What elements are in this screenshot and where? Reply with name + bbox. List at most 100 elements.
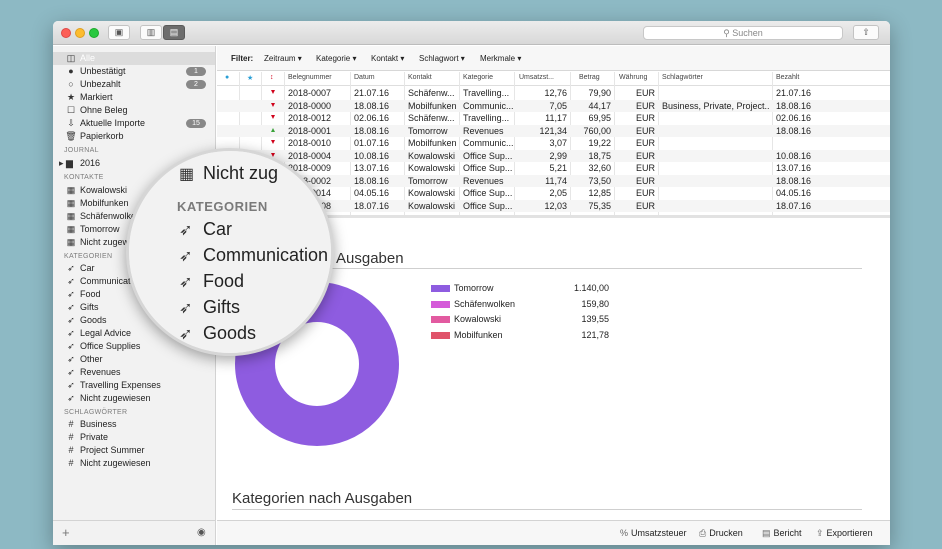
legend-name: Mobilfunken [454,329,503,340]
unconfirmed-column-header[interactable]: ● [225,74,229,81]
sidebar-item-tag[interactable]: # Business [53,418,215,431]
direction-column-header[interactable]: ↕ [270,74,274,81]
sidebar-item-tag[interactable]: # Private [53,431,215,444]
inbox-button[interactable]: ▣ [108,25,130,40]
cell-umsatzsteuer: 12,76 [544,88,567,98]
sidebar-item-alle[interactable]: ◫ Alle [53,52,215,65]
layout-icon: ▤ [169,27,179,37]
report-title-ausgaben: Ausgaben [336,250,404,267]
sidebar-item-tag[interactable]: # Nicht zugewiesen [53,457,215,470]
cell-belegnummer: 2018-0001 [288,125,332,136]
sidebar-item-category[interactable]: ➶ Other [53,353,215,366]
trash-icon: 🗑 [65,131,77,141]
cell-betrag: 19,22 [588,138,611,148]
schlagwoerter-column-header[interactable]: Schlagwörter [662,74,703,81]
tag-icon: ➶ [67,380,75,390]
sidebar-item-aktuelle-importe[interactable]: ⇩ Aktuelle Importe 15 [53,117,215,130]
cell-waehrung: EUR [635,188,655,198]
sidebar-item-papierkorb[interactable]: 🗑 Papierkorb [53,130,215,143]
layout-button[interactable]: ▤ [163,25,185,40]
magnifier-category-label: Goods [203,323,257,343]
sidebar-item-label: Alle [80,53,96,63]
filter-kategorie[interactable]: Kategorie ▾ [316,54,356,63]
cell-belegnummer: 2018-0007 [288,88,332,98]
search-icon: ⚲ [723,28,733,38]
minimize-button[interactable] [75,28,85,38]
filter-zeitraum[interactable]: Zeitraum ▾ [264,54,302,63]
sidebar-item-unbestätigt[interactable]: ● Unbestätigt 1 [53,65,215,78]
cell-umsatzsteuer: 121,34 [539,125,567,136]
bericht-button[interactable]: ▤ Bericht [762,528,802,539]
eye-icon[interactable]: ◉ [197,527,206,538]
cell-umsatzsteuer: 2,05 [549,188,567,198]
umsatzsteuer-button[interactable]: % Umsatzsteuer [620,528,687,538]
umsatzsteuer-label: Umsatzsteuer [631,528,687,538]
cell-waehrung: EUR [635,175,655,186]
sidebar-item-category[interactable]: ➶ Revenues [53,366,215,379]
magnifier-category-item: ➶ Food [179,271,244,292]
kategorie-column-header[interactable]: Kategorie [463,74,493,81]
stack-icon: ◫ [66,53,76,63]
legend-item: Tomorrow 1.140,00 [431,282,631,296]
datum-column-header[interactable]: Datum [354,74,375,81]
tag-icon: ➶ [179,300,193,317]
belegnummer-column-header[interactable]: Belegnummer [288,74,332,81]
count-badge: 2 [186,80,206,89]
cell-datum: 18.08.16 [354,175,390,186]
table-row[interactable]: 2018-0010 01.07.16 Mobilfunken Communic.… [217,137,890,150]
cell-datum: 01.07.16 [354,138,390,148]
drucken-button[interactable]: ⎙ Drucken [699,528,743,539]
legend-name: Schäfenwolken [454,298,516,309]
sidebar-item-category[interactable]: ➶ Nicht zugewiesen [53,392,215,405]
sidebar-toggle-button[interactable]: ▥ [140,25,162,40]
umsatzsteuer-column-header[interactable]: Umsatzst... [519,74,554,81]
sidebar-item-category[interactable]: ➶ Travelling Expenses [53,379,215,392]
cell-kontakt: Tomorrow [408,175,448,186]
sidebar-item-label: Other [80,354,103,364]
betrag-column-header[interactable]: Betrag [579,74,600,81]
sidebar-item-tag[interactable]: # Project Summer [53,444,215,457]
table-row[interactable]: 2018-0000 18.08.16 Mobilfunken Communic.… [217,99,890,112]
sidebar-item-unbezahlt[interactable]: ○ Unbezahlt 2 [53,78,215,91]
cell-betrag: 79,90 [588,88,611,98]
filter-kontakt[interactable]: Kontakt ▾ [371,54,404,63]
cell-datum: 18.08.16 [354,125,390,136]
bezahlt-column-header[interactable]: Bezahlt [776,74,799,81]
search-field[interactable]: ⚲ Suchen [643,26,843,40]
table-row[interactable]: 2018-0007 21.07.16 Schäfenw... Travellin… [217,87,890,100]
sidebar-item-markiert[interactable]: ★ Markiert [53,91,215,104]
zoom-button[interactable] [89,28,99,38]
sidebar-toggle-icon: ▥ [146,27,156,37]
table-row[interactable]: 2018-0001 18.08.16 Tomorrow Revenues 121… [217,124,890,137]
sidebar-item-label: Markiert [80,92,113,102]
waehrung-column-header[interactable]: Währung [619,74,647,81]
sidebar-item-ohne-beleg[interactable]: ☐ Ohne Beleg [53,104,215,117]
close-button[interactable] [61,28,71,38]
cell-datum: 21.07.16 [354,88,390,98]
count-badge: 1 [186,67,206,76]
kontakt-column-header[interactable]: Kontakt [408,74,432,81]
cell-schlagwoerter: Business, Private, Project... [662,100,770,111]
magnifier-category-label: Communication [203,245,329,265]
hashtag-icon: # [68,432,74,442]
magnifier-header: KATEGORIEN [177,199,268,214]
cell-kontakt: Kowalowski [408,200,456,211]
exportieren-button[interactable]: ⇪ Exportieren [816,528,873,539]
building-icon: ▦ [179,166,195,183]
sidebar-item-label: Revenues [80,367,121,377]
magnifier-category-label: Gifts [203,297,241,317]
filter-merkmale[interactable]: Merkmale ▾ [480,54,521,63]
cell-waehrung: EUR [635,113,655,123]
magnifier-overlay: ▦ Nicht zug KATEGORIEN ➶ Car ➶ Communicatio… [126,148,334,356]
share-button[interactable]: ⇧ [853,25,879,40]
sidebar-item-label: Gifts [80,302,99,312]
legend-value: 1.140,00 [573,283,609,293]
filter-schlagwort[interactable]: Schlagwort ▾ [419,54,465,63]
cell-datum: 02.06.16 [354,113,390,123]
magnifier-content: ▦ Nicht zug KATEGORIEN ➶ Car ➶ Communicatio… [129,151,331,353]
flagged-column-header[interactable]: ★ [247,74,253,82]
cell-umsatzsteuer: 11,17 [545,113,567,123]
add-button[interactable]: + [62,525,70,540]
table-row[interactable]: 2018-0012 02.06.16 Schäfenw... Travellin… [217,112,890,125]
cell-waehrung: EUR [635,138,655,148]
